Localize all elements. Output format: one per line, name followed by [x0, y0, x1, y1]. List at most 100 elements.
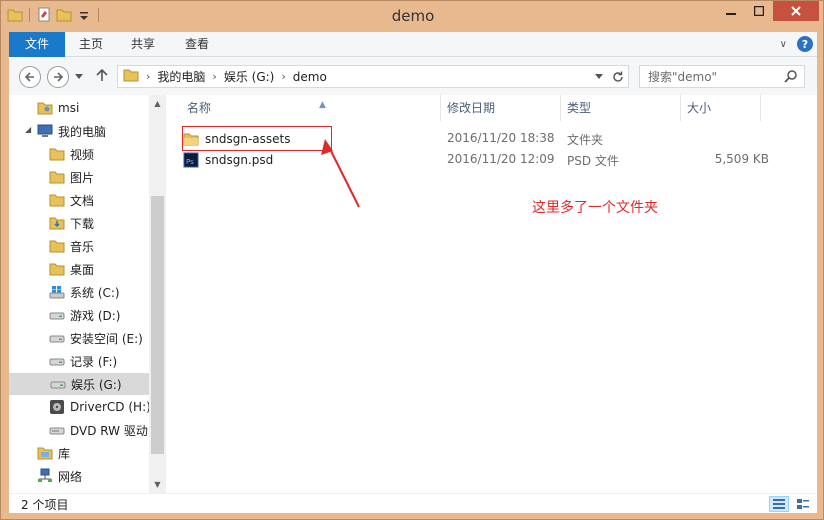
nav-item[interactable]: 游戏 (D:)	[9, 304, 151, 326]
chevron-right-icon[interactable]: ›	[212, 70, 216, 83]
nav-item[interactable]: 下载	[9, 212, 151, 234]
minimize-icon	[726, 13, 736, 15]
column-header-name[interactable]: 名称 ▲	[181, 95, 441, 121]
chevron-right-icon[interactable]: ›	[281, 70, 285, 83]
nav-item[interactable]: msi	[9, 97, 151, 119]
search-icon[interactable]	[784, 69, 798, 86]
breadcrumb-drive[interactable]: 娱乐 (G:)	[224, 68, 275, 85]
expand-ribbon-icon[interactable]: ∨	[780, 39, 787, 50]
up-button[interactable]	[96, 68, 108, 85]
network-icon	[37, 468, 53, 484]
nav-item[interactable]: 系统 (C:)	[9, 281, 151, 303]
nav-item-label: 安装空间 (E:)	[70, 331, 143, 346]
nav-item[interactable]: DVD RW 驱动	[9, 419, 151, 441]
nav-item[interactable]: 桌面	[9, 258, 151, 280]
refresh-icon	[612, 71, 623, 82]
help-icon[interactable]: ?	[797, 36, 813, 52]
annotation-arrow-icon	[321, 139, 360, 208]
item-count: 2 个项目	[21, 498, 69, 512]
folder-icon	[49, 192, 65, 208]
nav-item[interactable]: 视频	[9, 143, 151, 165]
file-modified: 2016/11/20 12:09	[447, 152, 555, 166]
nav-item[interactable]: 网络	[9, 465, 151, 487]
tab-share[interactable]: 共享	[123, 32, 163, 57]
large-icons-view-icon	[797, 499, 809, 509]
forward-button[interactable]	[47, 66, 69, 88]
file-type: 文件夹	[567, 133, 604, 147]
system-drive-icon	[49, 284, 65, 300]
column-header-size[interactable]: 大小	[681, 95, 761, 121]
nav-item[interactable]: 记录 (F:)	[9, 350, 151, 372]
large-icons-view-button[interactable]	[793, 496, 813, 512]
file-list-pane: 名称 ▲ 修改日期 类型 大小 sndsgn-assets 2016/11/20…	[167, 95, 817, 493]
table-row[interactable]: Ps sndsgn.psd 2016/11/20 12:09 PSD 文件 5,…	[183, 150, 803, 170]
chevron-right-icon[interactable]: ›	[146, 70, 150, 83]
address-bar[interactable]: › 我的电脑 › 娱乐 (G:) › demo	[117, 65, 609, 88]
drive-icon	[50, 376, 66, 392]
computer-icon	[37, 123, 53, 139]
nav-item[interactable]: 娱乐 (G:)	[9, 373, 151, 395]
folder-icon	[49, 261, 65, 277]
status-bar: 2 个项目	[9, 493, 817, 513]
nav-item-label: 视频	[70, 147, 95, 162]
recent-locations-icon[interactable]	[75, 70, 83, 83]
file-size: 5,509 KB	[714, 152, 769, 166]
window-title: demo	[391, 7, 435, 25]
column-header-type[interactable]: 类型	[561, 95, 681, 121]
scroll-up-icon[interactable]: ▲	[149, 95, 166, 112]
minimize-button[interactable]	[717, 1, 745, 21]
up-arrow-icon	[96, 68, 108, 81]
nav-scrollbar[interactable]: ▲ ▼	[149, 95, 166, 493]
tab-file[interactable]: 文件	[9, 32, 65, 57]
expand-chevron-icon[interactable]: ◢	[25, 125, 31, 134]
nav-item-label: DriverCD (H:)	[70, 400, 151, 414]
breadcrumb-computer[interactable]: 我的电脑	[157, 68, 205, 85]
nav-item-label: 文档	[70, 193, 95, 208]
explorer-body: msi 我的电脑视频图片文档下载音乐桌面系统 (C:) 游戏 (D:) 安装空间 (E…	[9, 95, 817, 493]
column-header-modified[interactable]: 修改日期	[441, 95, 561, 121]
folder-icon	[49, 146, 65, 162]
nav-item[interactable]: 库	[9, 442, 151, 464]
nav-item[interactable]: DriverCD (H:)	[9, 396, 151, 418]
navigation-pane: msi 我的电脑视频图片文档下载音乐桌面系统 (C:) 游戏 (D:) 安装空间 (E…	[9, 95, 167, 493]
nav-item-label: 系统 (C:)	[70, 285, 120, 300]
annotation-text: 这里多了一个文件夹	[532, 200, 658, 216]
breadcrumb-folder[interactable]: demo	[293, 70, 327, 84]
nav-item-label: 库	[58, 446, 71, 461]
nav-item-label: 记录 (F:)	[70, 354, 118, 369]
scroll-down-icon[interactable]: ▼	[149, 476, 166, 493]
forward-arrow-icon	[54, 72, 64, 82]
nav-item[interactable]: 安装空间 (E:)	[9, 327, 151, 349]
nav-item-label: 下载	[70, 216, 95, 231]
nav-item[interactable]: 音乐	[9, 235, 151, 257]
refresh-button[interactable]	[607, 65, 629, 88]
nav-item-label: 网络	[58, 469, 83, 484]
back-button[interactable]	[19, 66, 41, 88]
search-input[interactable]: 搜索"demo"	[639, 65, 805, 88]
drive-icon	[49, 307, 65, 323]
tab-home[interactable]: 主页	[71, 32, 111, 57]
scroll-thumb[interactable]	[151, 196, 164, 454]
maximize-button[interactable]	[745, 1, 773, 21]
nav-item-label: 我的电脑	[58, 124, 107, 139]
details-view-button[interactable]	[769, 496, 789, 512]
nav-item-label: 音乐	[70, 239, 95, 254]
address-row: › 我的电脑 › 娱乐 (G:) › demo 搜索"demo"	[9, 57, 817, 95]
cd-drive-icon	[49, 399, 65, 415]
nav-item-label: 图片	[70, 170, 95, 185]
tab-view[interactable]: 查看	[177, 32, 217, 57]
nav-item[interactable]: 文档	[9, 189, 151, 211]
file-modified: 2016/11/20 18:38	[447, 131, 555, 145]
svg-text:Ps: Ps	[186, 158, 194, 166]
close-button[interactable]	[773, 1, 819, 21]
nav-item-label: DVD RW 驱动	[70, 423, 148, 438]
user-folder-icon	[37, 100, 53, 116]
close-icon	[791, 6, 801, 16]
library-icon	[37, 445, 53, 461]
folder-icon	[123, 67, 139, 86]
window-controls	[717, 1, 819, 21]
download-folder-icon	[49, 215, 65, 231]
psd-file-icon: Ps	[183, 152, 199, 168]
nav-item[interactable]: 图片	[9, 166, 151, 188]
address-dropdown-icon[interactable]	[590, 66, 608, 87]
